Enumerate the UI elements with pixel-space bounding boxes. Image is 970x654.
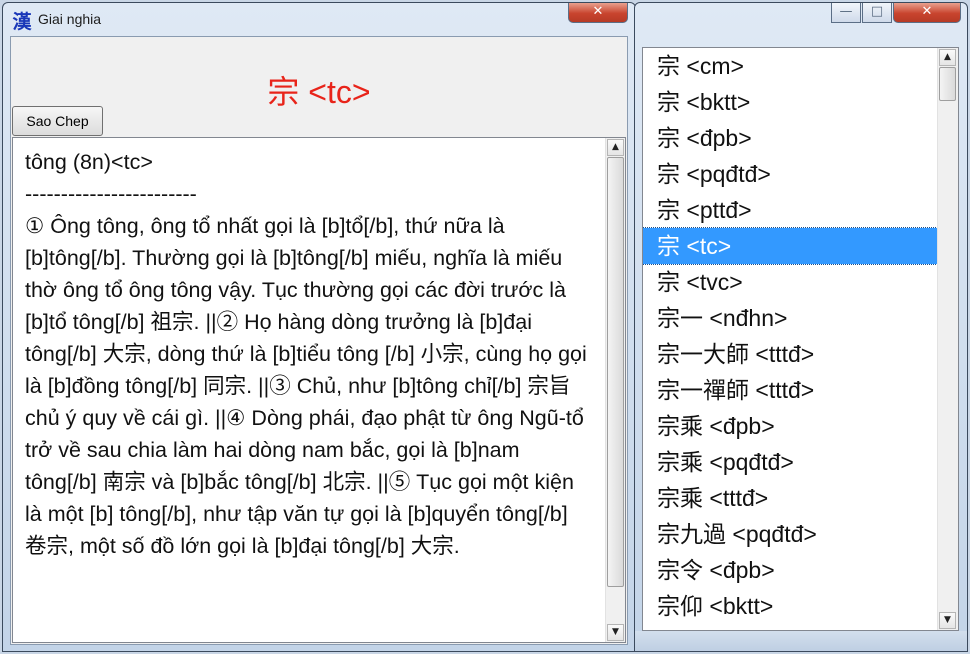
entry-list: 宗 <cm> 宗 <bktt> 宗 <đpb> 宗 <pqđtđ> 宗 <ptt… [643,48,938,624]
list-item[interactable]: 宗九過 <pqđtđ> [643,516,937,552]
han-app-icon: 漢 [12,11,32,33]
list-item[interactable]: 宗 <tvc> [643,264,937,300]
definition-text: tông (8n)<tc> ------------------------ ①… [25,150,587,558]
arrow-up-icon: ▲ [612,142,619,152]
minimize-icon: — [839,4,853,19]
list-item[interactable]: 宗 <pqđtđ> [643,156,937,192]
scroll-down-button[interactable]: ▼ [939,612,956,629]
list-item[interactable]: 宗乘 <tttđ> [643,480,937,516]
scroll-thumb[interactable] [939,67,956,101]
definition-window-titlebar[interactable]: 漢 Giai nghia ✕ [3,3,635,37]
definition-panel: 宗 <tc> Sao Chep tông (8n)<tc> ----------… [10,36,628,645]
list-item[interactable]: 宗乘 <đpb> [643,408,937,444]
definition-textbox[interactable]: tông (8n)<tc> ------------------------ ①… [12,137,626,643]
entry-list-window: — □ ✕ 宗 <cm> 宗 <bktt> 宗 <đpb> 宗 <pqđtđ> … [634,2,968,652]
scroll-thumb[interactable] [607,157,624,587]
entry-list-scrollbar[interactable]: ▲ ▼ [937,48,958,630]
list-item-selected[interactable]: 宗 <tc> [643,227,938,265]
window-title: Giai nghia [38,11,102,27]
entry-list-titlebar[interactable]: — □ ✕ [635,3,967,37]
list-item[interactable]: 宗 <bktt> [643,84,937,120]
minimize-button[interactable]: — [831,3,861,23]
close-button[interactable]: ✕ [568,3,628,23]
arrow-down-icon: ▼ [612,627,619,637]
list-item[interactable]: 宗一禪師 <tttđ> [643,372,937,408]
list-item[interactable]: 宗 <cm> [643,48,937,84]
arrow-down-icon: ▼ [944,615,951,625]
definition-scrollbar[interactable]: ▲ ▼ [605,138,625,642]
copy-button[interactable]: Sao Chep [12,106,103,136]
close-icon: ✕ [921,4,933,19]
maximize-button[interactable]: □ [862,3,892,23]
list-item[interactable]: 宗令 <đpb> [643,552,937,588]
list-item[interactable]: 宗 <pttđ> [643,192,937,228]
list-item[interactable]: 宗一大師 <tttđ> [643,336,937,372]
list-item[interactable]: 宗仰 <bktt> [643,588,937,624]
scroll-down-button[interactable]: ▼ [607,624,624,641]
close-button[interactable]: ✕ [893,3,961,23]
scroll-up-button[interactable]: ▲ [607,139,624,156]
entry-heading: 宗 <tc> [267,74,371,110]
arrow-up-icon: ▲ [944,52,951,62]
list-item[interactable]: 宗一 <nđhn> [643,300,937,336]
close-icon: ✕ [592,4,604,19]
list-item[interactable]: 宗 <đpb> [643,120,937,156]
scroll-up-button[interactable]: ▲ [939,49,956,66]
maximize-icon: □ [870,4,884,19]
list-item[interactable]: 宗乘 <pqđtđ> [643,444,937,480]
entry-listbox[interactable]: 宗 <cm> 宗 <bktt> 宗 <đpb> 宗 <pqđtđ> 宗 <ptt… [642,47,959,631]
window-bottom-border [635,631,967,651]
definition-window: 漢 Giai nghia ✕ 宗 <tc> Sao Chep tông (8n)… [2,2,636,652]
